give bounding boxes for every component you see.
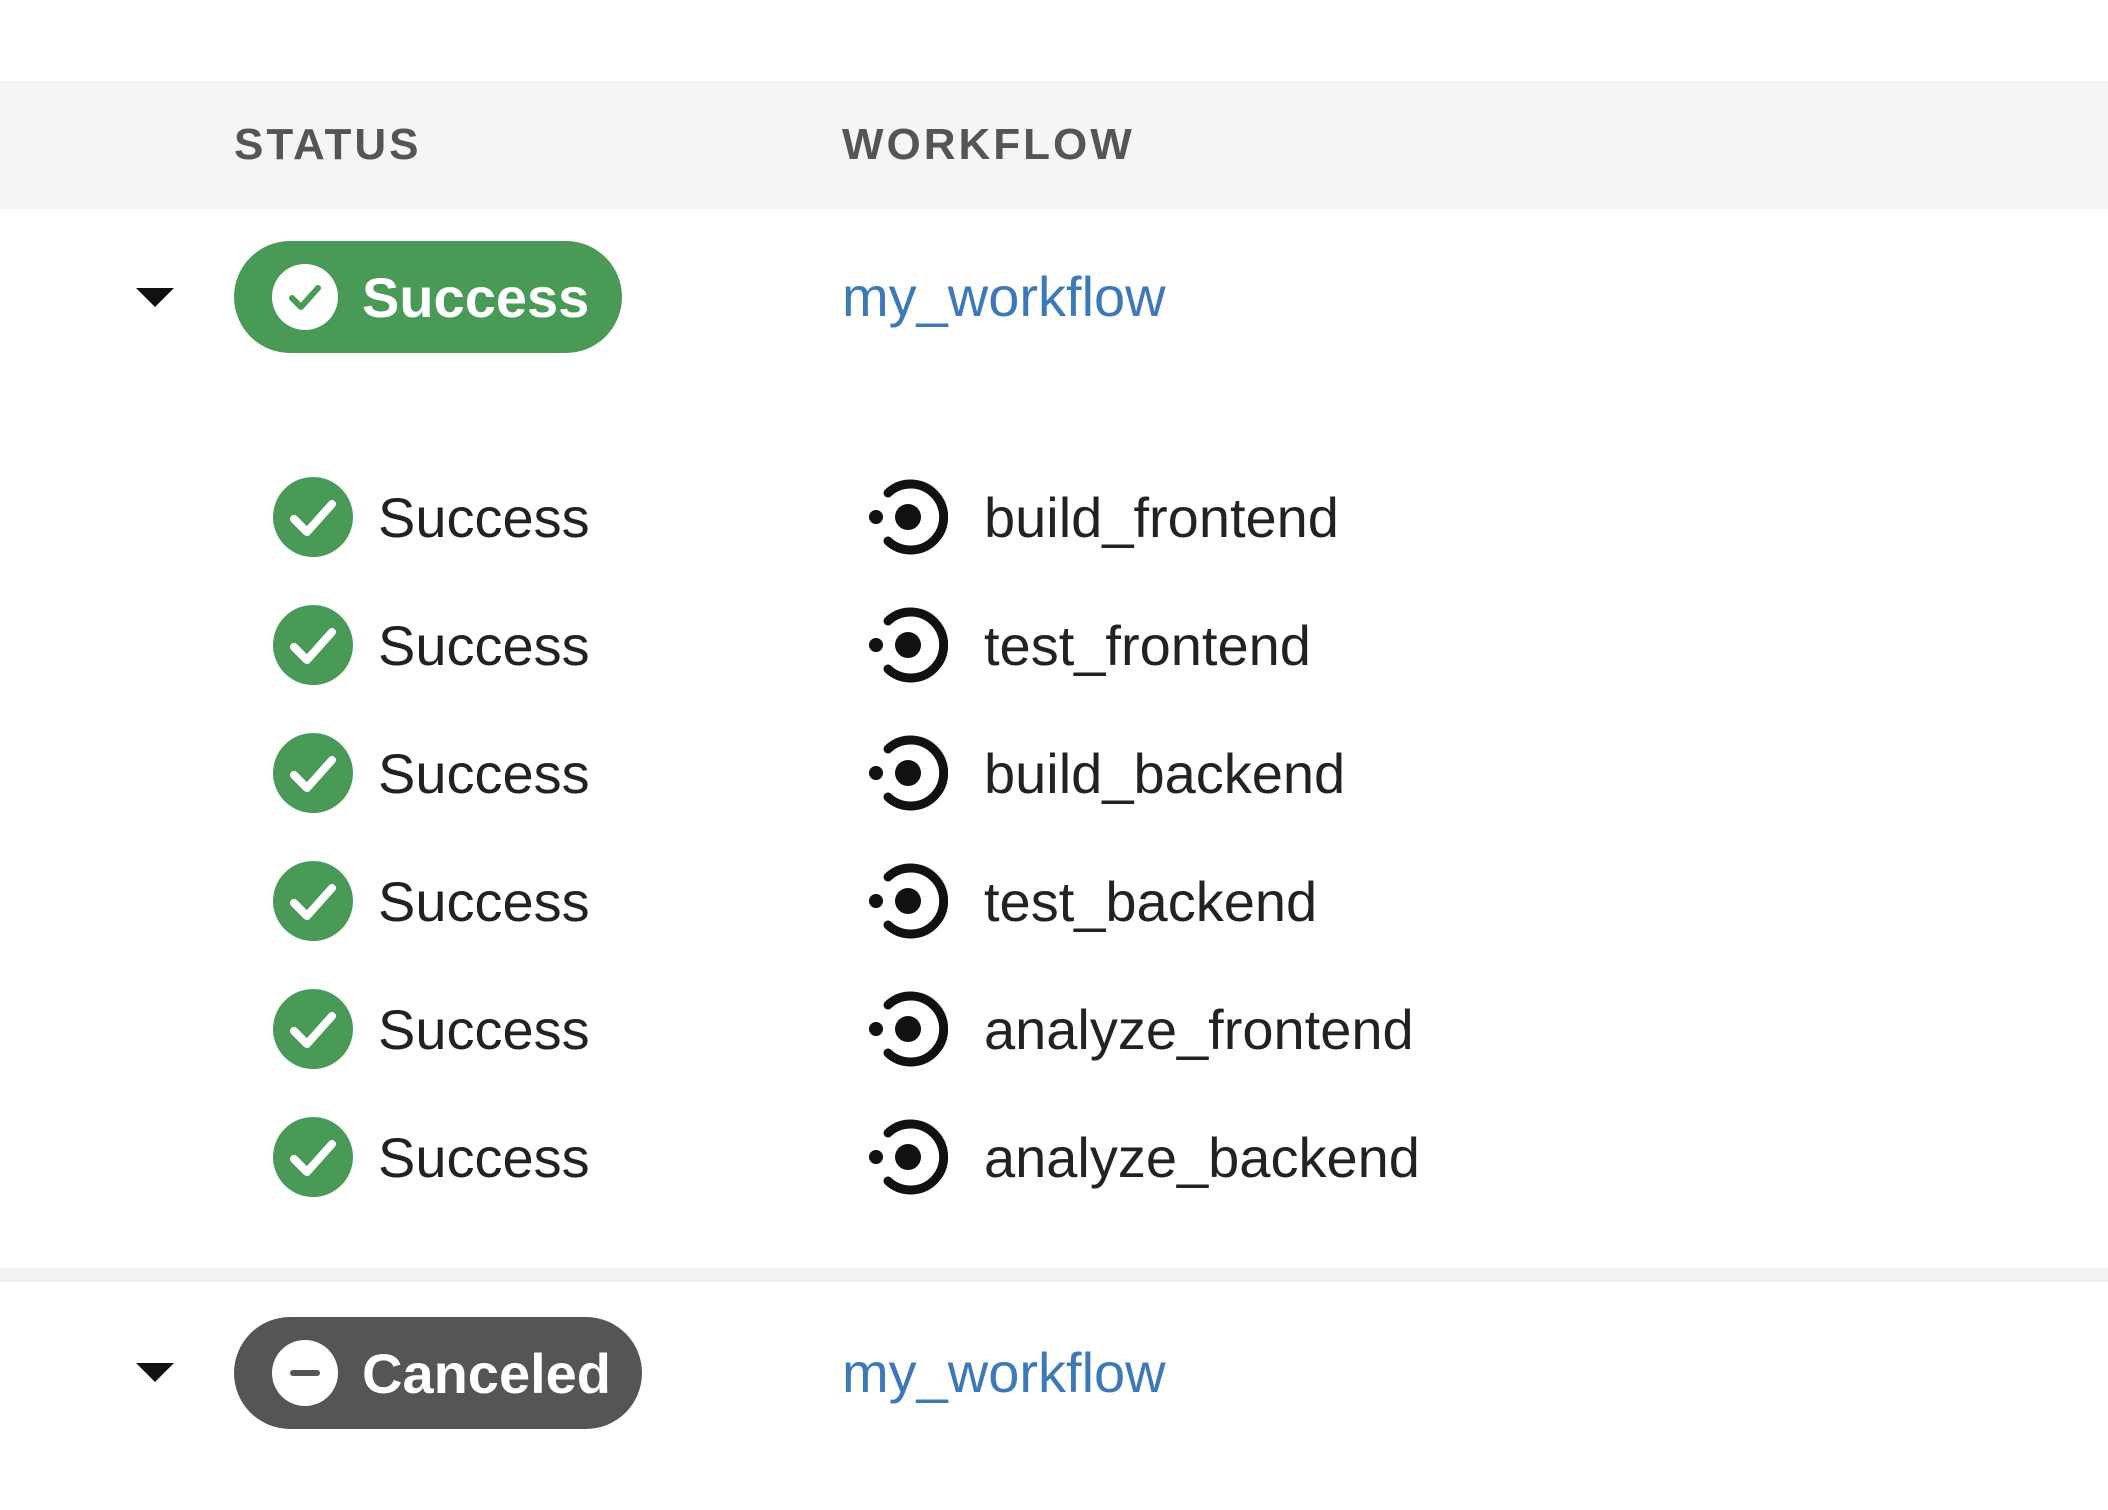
job-status-label: Success (378, 869, 590, 933)
job-name[interactable]: test_frontend (864, 600, 1311, 690)
job-name[interactable]: analyze_backend (864, 1112, 1420, 1202)
job-name-label[interactable]: test_backend (984, 869, 1317, 934)
workflow-link[interactable]: my_workflow (842, 1317, 1166, 1429)
job-icon (869, 1119, 948, 1195)
check-circle-icon (273, 1117, 353, 1197)
workflow-status-badge: Canceled (234, 1317, 642, 1429)
job-icon (869, 607, 948, 683)
check-circle-icon (273, 989, 353, 1069)
job-name[interactable]: build_backend (864, 728, 1345, 818)
check-circle-icon (273, 861, 353, 941)
job-icon (869, 479, 948, 555)
job-status: Success (272, 600, 590, 690)
minus-circle-icon (272, 1340, 338, 1406)
job-status-label: Success (378, 1125, 590, 1189)
job-status: Success (272, 984, 590, 1074)
job-status-label: Success (378, 485, 590, 549)
job-name-label[interactable]: analyze_backend (984, 1125, 1420, 1190)
job-status-label: Success (378, 613, 590, 677)
check-circle-icon (273, 477, 353, 557)
job-name-label[interactable]: analyze_frontend (984, 997, 1414, 1062)
table-header: STATUS WORKFLOW (0, 81, 2108, 209)
job-status: Success (272, 1112, 590, 1202)
check-circle-icon (273, 605, 353, 685)
workflow-status-label: Canceled (362, 1341, 611, 1405)
workflow-link[interactable]: my_workflow (842, 241, 1166, 353)
status-column-header: STATUS (234, 120, 422, 169)
job-icon (869, 991, 948, 1067)
job-status: Success (272, 856, 590, 946)
job-status-label: Success (378, 997, 590, 1061)
check-circle-icon (273, 733, 353, 813)
job-status-label: Success (378, 741, 590, 805)
job-name-label[interactable]: build_backend (984, 741, 1345, 806)
job-name[interactable]: analyze_frontend (864, 984, 1414, 1074)
job-icon (869, 735, 948, 811)
row-divider (0, 1268, 2108, 1282)
expand-caret-icon[interactable] (136, 288, 174, 307)
job-name[interactable]: build_frontend (864, 472, 1339, 562)
job-name-label[interactable]: build_frontend (984, 485, 1339, 550)
check-circle-icon (272, 264, 338, 330)
job-name[interactable]: test_backend (864, 856, 1317, 946)
workflow-column-header: WORKFLOW (842, 120, 1135, 169)
job-icon (869, 863, 948, 939)
job-status: Success (272, 472, 590, 562)
job-name-label[interactable]: test_frontend (984, 613, 1311, 678)
expand-caret-icon[interactable] (136, 1363, 174, 1382)
workflow-status-badge: Success (234, 241, 622, 353)
job-status: Success (272, 728, 590, 818)
workflow-status-label: Success (362, 265, 590, 329)
